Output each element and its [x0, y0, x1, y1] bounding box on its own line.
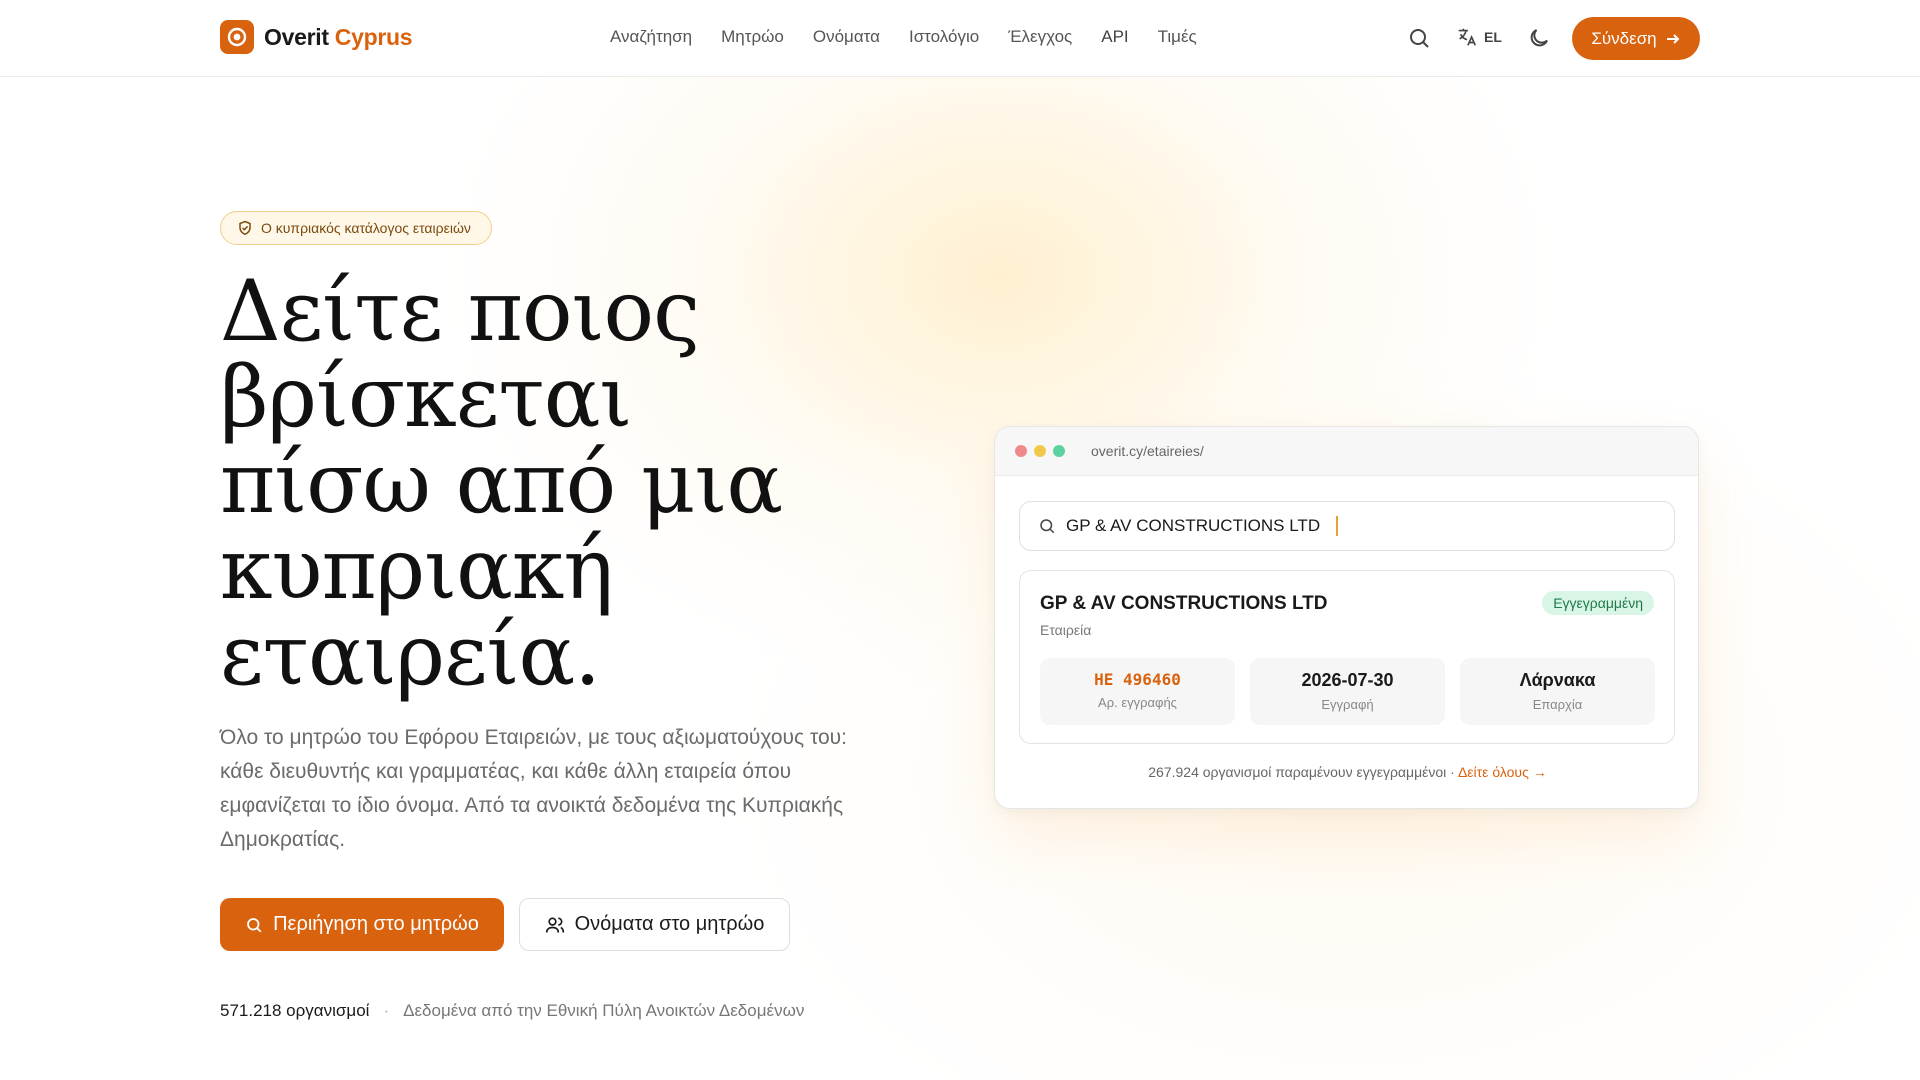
- brand-name-part1: Overit: [264, 23, 329, 50]
- company-result-card[interactable]: GP & AV CONSTRUCTIONS LTD Εταιρεία Εγγεγ…: [1019, 570, 1675, 744]
- hero-headline: Δείτε ποιος βρίσκεται πίσω από μια κυπρι…: [220, 268, 840, 698]
- nav-api[interactable]: API: [1101, 27, 1128, 47]
- see-all-link[interactable]: Δείτε όλους →: [1458, 764, 1547, 780]
- nav-pricing[interactable]: Τιμές: [1158, 27, 1197, 47]
- shield-check-icon: [239, 220, 251, 236]
- nav-blog[interactable]: Ιστολόγιο: [909, 27, 979, 47]
- registered-count-footer: 267.924 οργανισμοί παραμένουν εγγεγραμμέ…: [995, 764, 1698, 780]
- headline-line-1: Δείτε ποιος: [220, 262, 700, 360]
- search-value: GP & AV CONSTRUCTIONS LTD: [1066, 516, 1321, 535]
- brand-logo[interactable]: Overit Cyprus: [220, 20, 413, 54]
- browse-registry-button[interactable]: Περιήγηση στο μητρώο: [220, 898, 504, 951]
- data-source: Δεδομένα από την Εθνική Πύλη Ανοικτών Δε…: [403, 1001, 805, 1020]
- nav-check[interactable]: Έλεγχος: [1008, 27, 1072, 47]
- company-search-input[interactable]: GP & AV CONSTRUCTIONS LTD: [1019, 501, 1675, 551]
- dark-mode-icon[interactable]: [1527, 26, 1551, 50]
- browse-registry-label: Περιήγηση στο μητρώο: [273, 913, 479, 935]
- nav-registry[interactable]: Μητρώο: [721, 27, 784, 47]
- registration-date-value: 2026-07-30: [1301, 670, 1394, 690]
- hero-badge: Ο κυπριακός κατάλογος εταιρειών: [220, 211, 492, 245]
- headline-line-3: πίσω από μια: [220, 434, 783, 532]
- browser-preview: overit.cy/etaireies/ GP & AV CONSTRUCTIO…: [994, 426, 1699, 809]
- district-tile: Λάρνακα Επαρχία: [1460, 658, 1655, 725]
- signin-label: Σύνδεση: [1591, 28, 1657, 48]
- names-registry-label: Ονόματα στο μητρώο: [574, 913, 765, 935]
- status-badge: Εγγεγραμμένη: [1542, 591, 1654, 615]
- brand-name: Overit Cyprus: [264, 23, 413, 51]
- names-registry-button[interactable]: Ονόματα στο μητρώο: [519, 898, 790, 951]
- stats-separator: ·: [383, 1001, 390, 1020]
- nav-search[interactable]: Αναζήτηση: [610, 27, 692, 47]
- nav-names[interactable]: Ονόματα: [813, 27, 880, 47]
- arrow-right-icon: [1666, 33, 1680, 44]
- headline-line-5: εταιρεία.: [220, 606, 601, 704]
- brand-logo-icon: [220, 20, 254, 54]
- company-type: Εταιρεία: [1040, 622, 1092, 638]
- registration-number-label: Αρ. εγγραφής: [1098, 695, 1177, 710]
- company-name: GP & AV CONSTRUCTIONS LTD: [1040, 593, 1328, 614]
- top-navigation-bar: Overit Cyprus Αναζήτηση Μητρώο Ονόματα Ι…: [0, 0, 1920, 77]
- brand-name-part2: Cyprus: [334, 23, 413, 50]
- headline-line-4: κυπριακή: [220, 520, 614, 618]
- users-icon: [545, 917, 564, 933]
- text-caret: [1336, 516, 1339, 536]
- hero-lead: Όλο το μητρώο του Εφόρου Εταιρειών, με τ…: [220, 726, 847, 851]
- search-icon: [1040, 519, 1055, 534]
- hero-badge-text: Ο κυπριακός κατάλογος εταιρειών: [261, 220, 471, 236]
- window-maximize-dot: [1053, 445, 1065, 457]
- translate-icon: [1458, 28, 1477, 46]
- language-code: EL: [1484, 29, 1502, 45]
- signin-button[interactable]: Σύνδεση: [1572, 17, 1700, 60]
- organizations-count: 571.218 οργανισμοί: [220, 1001, 370, 1020]
- registration-date-tile: 2026-07-30 Εγγραφή: [1250, 658, 1445, 725]
- browser-url: overit.cy/etaireies/: [1091, 443, 1204, 459]
- window-minimize-dot: [1034, 445, 1046, 457]
- browser-preview-bar: overit.cy/etaireies/: [995, 427, 1698, 476]
- registered-count-text: 267.924 οργανισμοί παραμένουν εγγεγραμμέ…: [1148, 764, 1455, 780]
- registration-number-tile: ΗΕ 496460 Αρ. εγγραφής: [1040, 658, 1235, 725]
- search-icon: [247, 917, 262, 932]
- registration-date-label: Εγγραφή: [1321, 697, 1374, 712]
- registration-number-value: ΗΕ 496460: [1094, 670, 1181, 689]
- district-value: Λάρνακα: [1519, 670, 1596, 690]
- headline-line-2: βρίσκεται: [220, 348, 632, 446]
- main-nav: Αναζήτηση Μητρώο Ονόματα Ιστολόγιο Έλεγχ…: [610, 27, 1197, 47]
- language-switcher[interactable]: EL: [1456, 26, 1502, 48]
- hero-stats: 571.218 οργανισμοί · Δεδομένα από την Εθ…: [220, 1001, 804, 1021]
- window-close-dot: [1015, 445, 1027, 457]
- search-icon[interactable]: [1407, 26, 1431, 50]
- district-label: Επαρχία: [1532, 697, 1583, 712]
